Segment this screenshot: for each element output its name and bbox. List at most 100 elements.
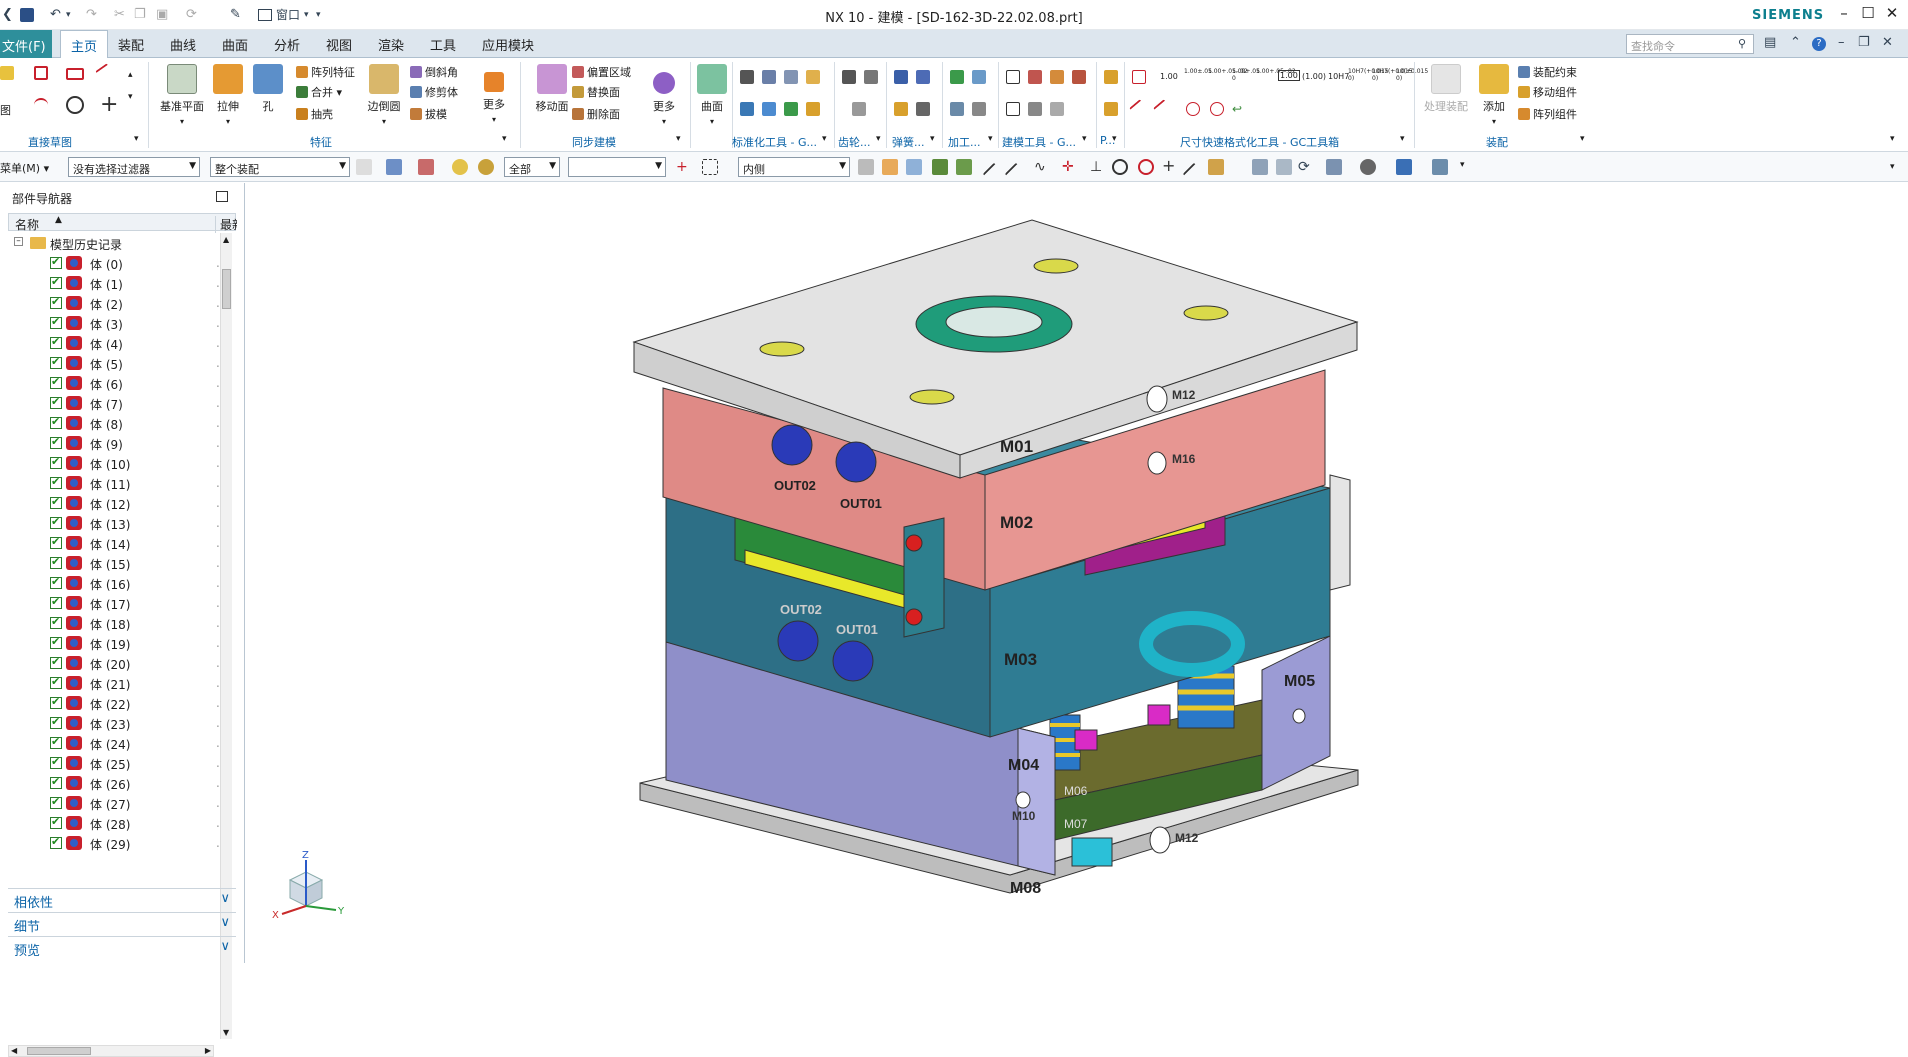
assembly-constraints-button[interactable]: 装配约束 [1518,64,1577,80]
window-icon[interactable] [258,9,272,21]
tree-body-row[interactable]: 体 (4). [8,333,220,353]
close-icon[interactable]: ✕ [1880,4,1904,24]
dim-format-icon-13[interactable] [1153,99,1173,119]
search-icon[interactable]: ⚲ [1738,37,1746,50]
modeling-tool-icon-5[interactable] [1006,102,1020,116]
snap-perpendicular-icon[interactable]: ⊥ [1090,159,1106,175]
save-icon[interactable] [20,8,34,22]
tree-body-row[interactable]: 体 (10). [8,453,220,473]
machining-tool-icon-1[interactable] [950,70,964,84]
section-details[interactable]: 细节 ∨ [8,912,236,935]
dim-format-icon-0[interactable] [1132,70,1146,84]
visibility-checkbox[interactable] [50,575,62,589]
offset-region-button[interactable]: 偏置区域 [572,64,631,80]
dim-group-dropdown-icon[interactable]: ▾ [1400,134,1405,144]
connector-block[interactable] [1071,837,1113,867]
arc-icon[interactable] [34,98,48,112]
ribbon-options-dropdown-icon[interactable]: ▾ [1890,134,1895,144]
tree-body-row[interactable]: 体 (11). [8,473,220,493]
machining-tool-icon-2[interactable] [972,70,986,84]
inside-outside-dropdown[interactable]: 内侧 ▼ [738,157,850,177]
circle-icon[interactable] [66,96,84,114]
unite-button[interactable]: 合并 ▾ [296,84,342,100]
visibility-checkbox[interactable] [50,435,62,449]
std-tool-icon-7[interactable] [784,102,798,116]
maximize-icon[interactable]: ☐ [1856,4,1880,24]
visibility-checkbox[interactable] [50,375,62,389]
feature-group-dropdown-icon[interactable]: ▾ [502,134,507,144]
snap-arc-icon[interactable] [1138,159,1154,175]
trim-body-button[interactable]: 修剪体 [410,84,458,100]
tree-body-row[interactable]: 体 (5). [8,353,220,373]
tree-body-row[interactable]: 体 (13). [8,513,220,533]
tree-body-row[interactable]: 体 (23). [8,713,220,733]
tree-body-row[interactable]: 体 (27). [8,793,220,813]
help-icon[interactable]: ? [1812,37,1826,51]
modeling-tool-icon-2[interactable] [1028,70,1042,84]
modeling-group-dropdown-icon[interactable]: ▾ [1082,134,1087,144]
snap-point-icon[interactable]: + [676,159,692,175]
std-group-dropdown-icon[interactable]: ▾ [822,134,827,144]
menu-button[interactable]: 菜单(M) ▾ [0,160,49,176]
more-feature-button[interactable]: 更多 ▾ [468,64,520,125]
visibility-checkbox[interactable] [50,655,62,669]
selection-scope-dropdown[interactable]: 整个装配 ▼ [210,157,350,177]
tab-render[interactable]: 渲染 [378,35,404,54]
line-icon[interactable] [95,63,115,83]
sketch-gallery-up-icon[interactable]: ▴ [128,70,133,80]
navigator-float-icon[interactable] [216,191,228,202]
assembly-group-dropdown-icon[interactable]: ▾ [1580,134,1585,144]
tree-body-row[interactable]: 体 (29). [8,833,220,853]
p-group-dropdown-icon[interactable]: ▾ [1112,134,1117,144]
tree-body-row[interactable]: 体 (21). [8,673,220,693]
minimize-icon[interactable]: – [1832,4,1856,24]
tab-analysis[interactable]: 分析 [274,35,300,54]
tree-body-row[interactable]: 体 (16). [8,573,220,593]
scroll-left-icon[interactable]: ◀ [11,1046,17,1055]
back-icon[interactable]: ❮ [2,7,13,22]
visibility-checkbox[interactable] [50,515,62,529]
visibility-checkbox[interactable] [50,355,62,369]
tree-body-row[interactable]: 体 (3). [8,313,220,333]
tree-body-row[interactable]: 体 (20). [8,653,220,673]
sketch-group-dropdown-icon[interactable]: ▾ [134,134,139,144]
tree-body-row[interactable]: 体 (25). [8,753,220,773]
modeling-tool-icon-7[interactable] [1050,102,1064,116]
gear-tool-icon-2[interactable] [864,70,878,84]
tree-horizontal-scrollbar[interactable]: ◀ ▶ [8,1045,214,1057]
snap-midpoint-icon[interactable] [956,159,972,175]
tree-body-row[interactable]: 体 (19). [8,633,220,653]
visibility-checkbox[interactable] [50,715,62,729]
tree-body-row[interactable]: 体 (12). [8,493,220,513]
spring-tool-icon-1[interactable] [894,70,908,84]
view-camera-icon[interactable] [1252,159,1268,175]
rectangle-icon[interactable] [66,68,84,80]
edge-blend-button[interactable]: 边倒圆 ▾ [358,64,410,127]
tab-applications[interactable]: 应用模块 [482,35,534,54]
tree-body-row[interactable]: 体 (6). [8,373,220,393]
gear-tool-icon-1[interactable] [842,70,856,84]
snap-tangent-icon[interactable] [1182,162,1206,186]
pattern-feature-button[interactable]: 阵列特征 [296,64,355,80]
gear-group-dropdown-icon[interactable]: ▾ [876,134,881,144]
tree-body-row[interactable]: 体 (15). [8,553,220,573]
tree-body-row[interactable]: 体 (9). [8,433,220,453]
tree-root-row[interactable]: – 模型历史记录 [8,233,220,253]
visibility-checkbox[interactable] [50,315,62,329]
select-all-icon[interactable] [452,159,468,175]
view-fit-icon[interactable] [906,159,922,175]
box-select-icon[interactable] [702,159,718,175]
visibility-checkbox[interactable] [50,455,62,469]
collapse-icon[interactable]: – [14,237,23,246]
touch-mode-icon[interactable]: ✎ [230,7,241,22]
view-orient-icon[interactable] [882,159,898,175]
std-tool-icon-4[interactable] [806,70,820,84]
repeat-command-icon[interactable]: ⟳ [186,7,197,22]
snap-curve-icon[interactable]: ∿ [1034,159,1050,175]
type-filter-dropdown[interactable]: 没有选择过滤器 ▼ [68,157,200,177]
section-dependencies[interactable]: 相依性 ∨ [8,888,236,911]
copy-icon[interactable]: ❐ [134,7,146,22]
filter-all-dropdown[interactable]: 全部 ▼ [504,157,560,177]
hscroll-thumb[interactable] [27,1047,91,1055]
tab-tools[interactable]: 工具 [430,35,456,54]
